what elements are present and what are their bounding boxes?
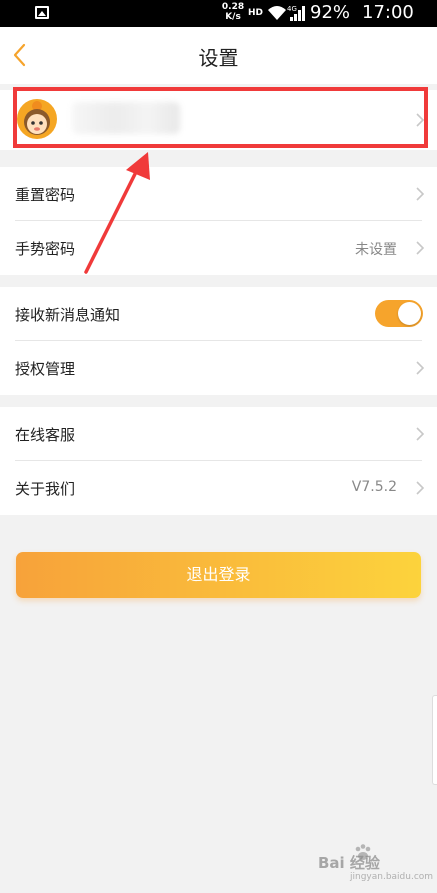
version-value: V7.5.2 [351, 479, 397, 495]
row-value: 未设置 [355, 242, 397, 258]
row-label: 关于我们 [15, 480, 76, 498]
chevron-right-icon [416, 361, 425, 375]
notification-group: 接收新消息通知 授权管理 [0, 287, 437, 395]
profile-row[interactable] [0, 90, 437, 150]
avatar[interactable] [16, 98, 58, 140]
gesture-password-row[interactable]: 手势密码 未设置 [0, 221, 437, 275]
row-label: 手势密码 [15, 240, 76, 258]
watermark-text: Bai 经验 [318, 854, 380, 872]
about-us-row[interactable]: 关于我们 V7.5.2 [0, 461, 437, 515]
authorization-row[interactable]: 授权管理 [0, 341, 437, 395]
customer-service-row[interactable]: 在线客服 [0, 407, 437, 461]
hd-indicator: HD [248, 8, 264, 18]
toggle-knob [398, 302, 421, 325]
notification-toggle[interactable] [375, 300, 423, 327]
chevron-right-icon [416, 481, 425, 495]
chevron-right-icon [416, 427, 425, 441]
about-group: 在线客服 关于我们 V7.5.2 [0, 407, 437, 515]
reset-password-row[interactable]: 重置密码 [0, 167, 437, 221]
page-title: 设置 [198, 46, 239, 70]
row-label: 授权管理 [15, 360, 76, 378]
wifi-icon [268, 6, 286, 20]
clock: 17:00 [362, 2, 414, 23]
watermark-url: jingyan.baidu.com [350, 872, 434, 882]
gallery-icon [35, 6, 49, 19]
side-handle[interactable] [432, 695, 437, 785]
signal-icon: 4G [287, 5, 305, 21]
row-label: 在线客服 [15, 426, 76, 444]
speed-unit: K/s [225, 12, 241, 22]
network-speed: 0.28 K/s [220, 2, 246, 22]
logout-button[interactable]: 退出登录 [16, 552, 421, 598]
nav-header: 设置 [0, 27, 437, 84]
chevron-right-icon [416, 113, 425, 127]
speed-value: 0.28 [221, 2, 245, 12]
status-bar: 0.28 K/s HD 4G 92% 17:00 [0, 0, 437, 27]
chevron-right-icon [416, 187, 425, 201]
row-label: 接收新消息通知 [15, 306, 121, 324]
battery-level: 92% [310, 2, 351, 23]
blurred-username [72, 102, 180, 134]
network-type: 4G [287, 5, 297, 13]
notification-row: 接收新消息通知 [0, 287, 437, 341]
chevron-right-icon [416, 241, 425, 255]
row-label: 重置密码 [15, 186, 76, 204]
security-group: 重置密码 手势密码 未设置 [0, 167, 437, 275]
